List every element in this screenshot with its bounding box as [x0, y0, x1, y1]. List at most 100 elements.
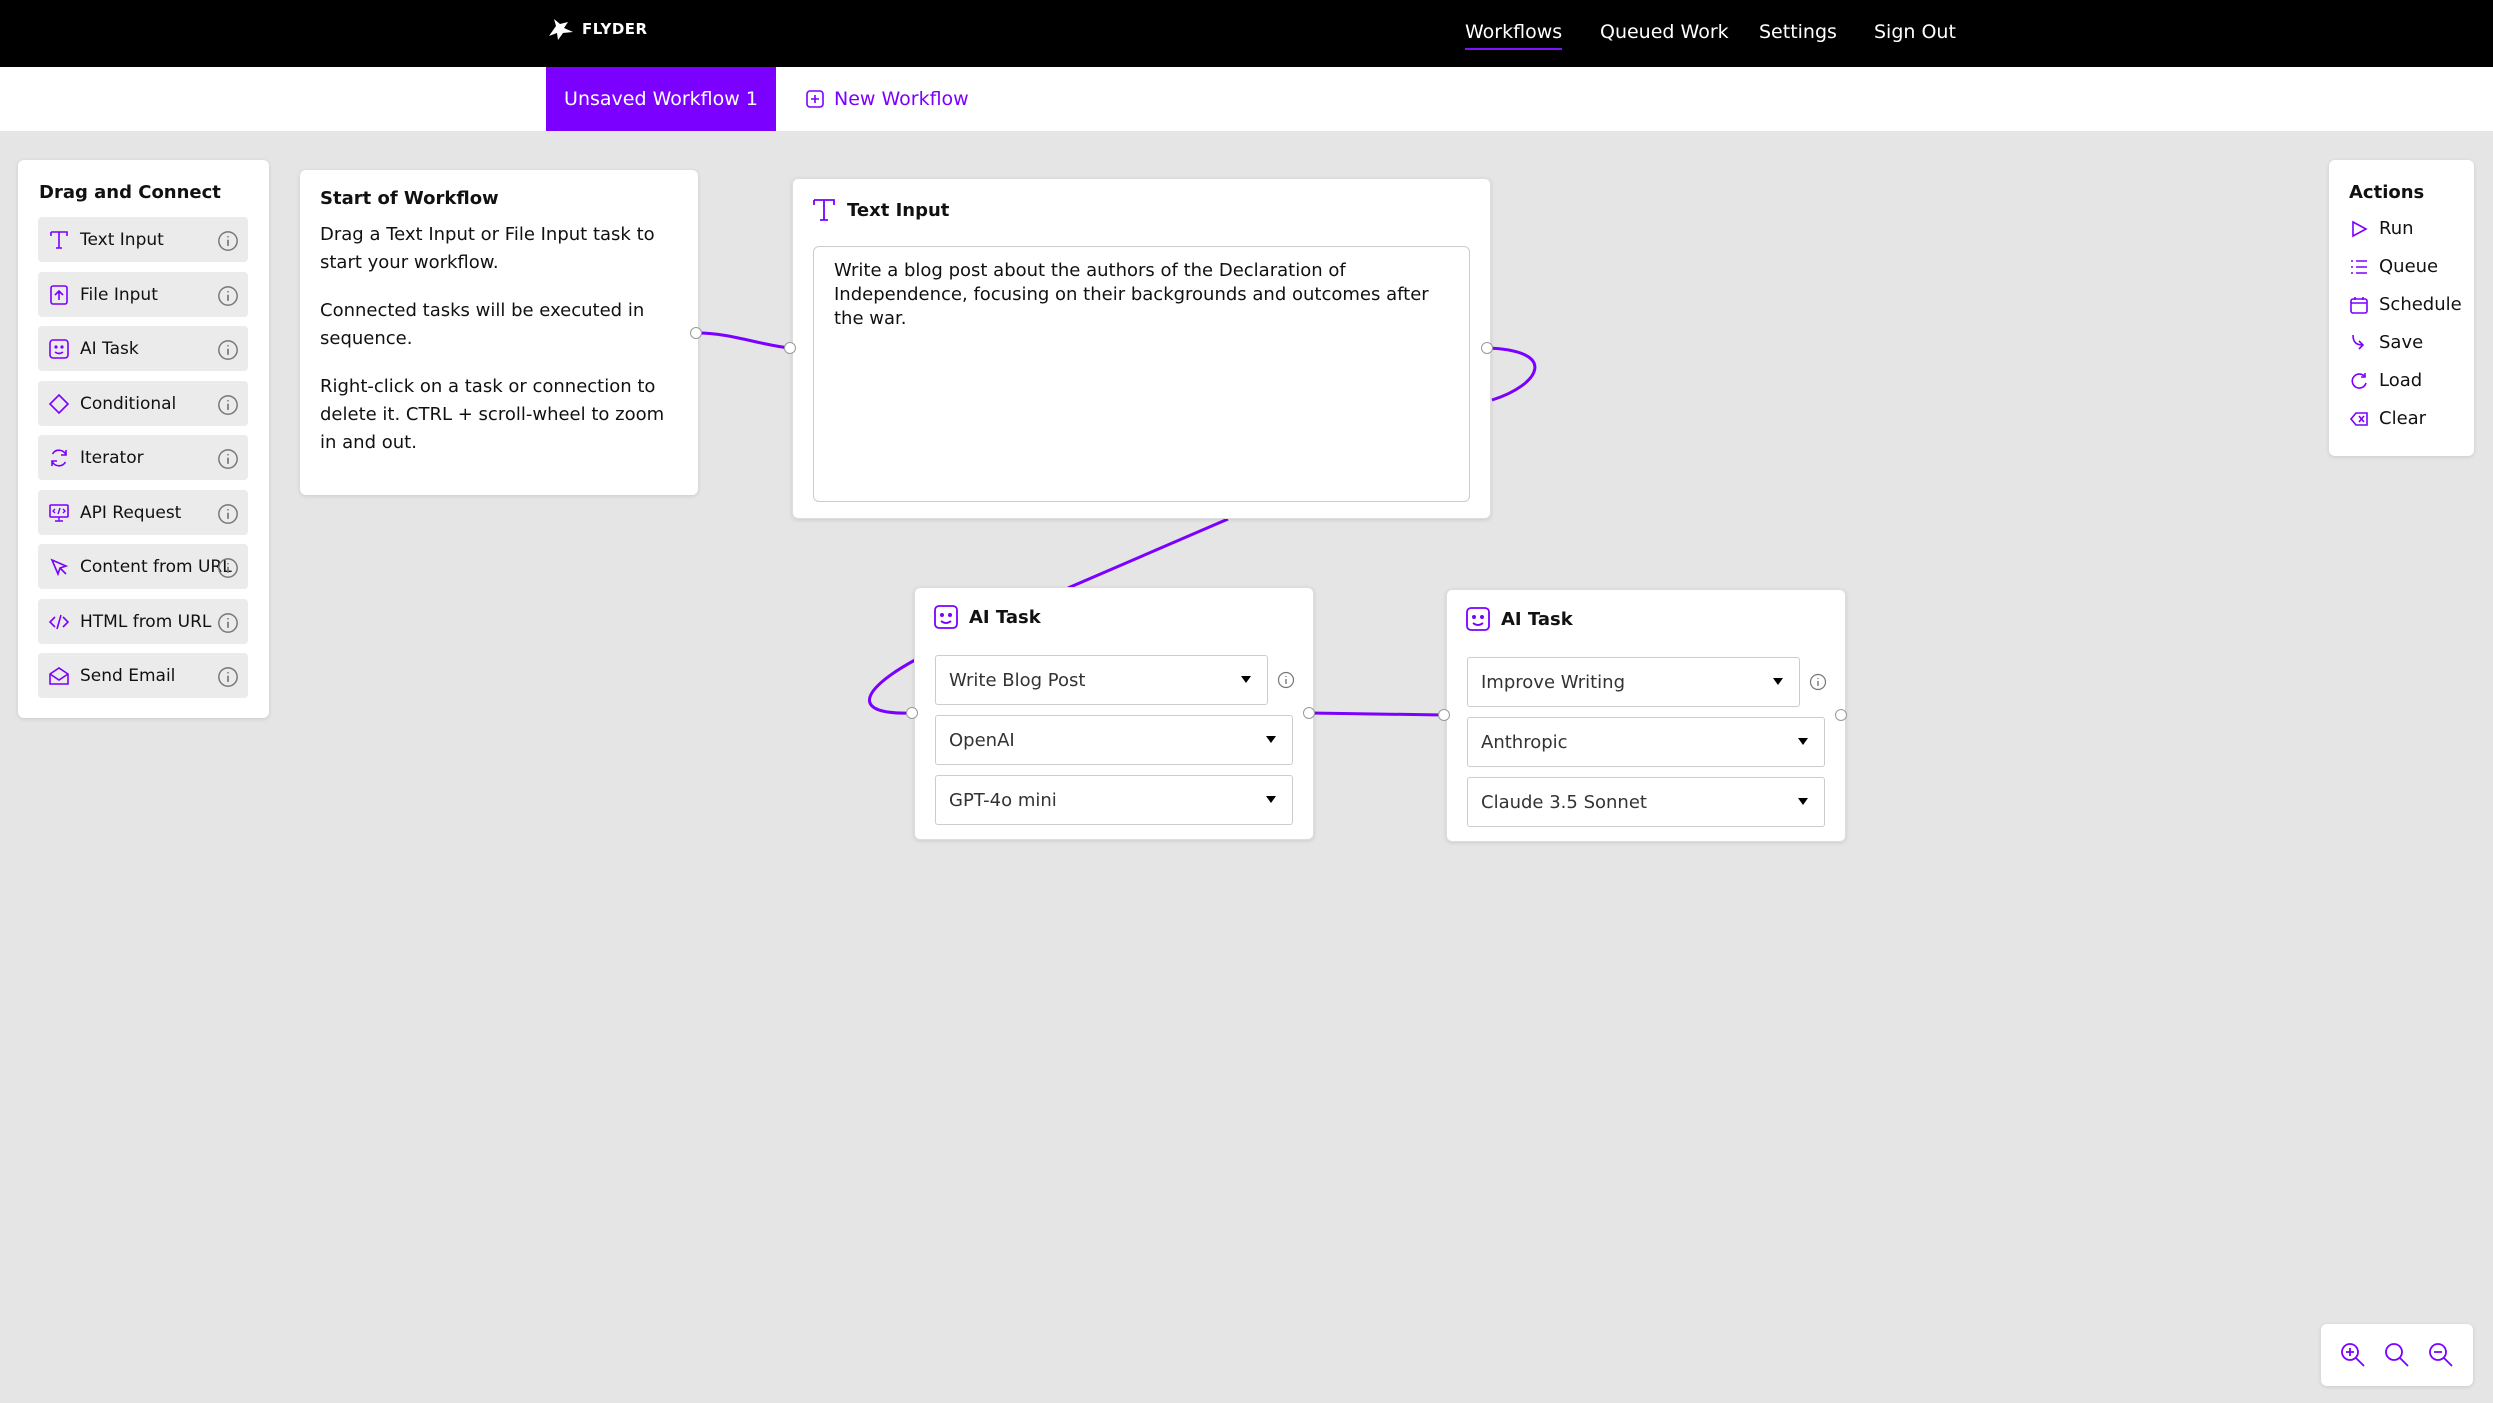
- model-select[interactable]: Claude 3.5 Sonnet: [1467, 777, 1825, 827]
- workflow-tabbar: Unsaved Workflow 1 New Workflow: [0, 67, 2493, 131]
- brand-name: FLYDER: [582, 20, 648, 38]
- palette-item-iterator[interactable]: Iterator: [38, 435, 248, 480]
- start-output-handle[interactable]: [690, 327, 702, 339]
- ai-task-1-out-handle[interactable]: [1303, 707, 1315, 719]
- robot-icon: [1466, 607, 1490, 631]
- info-icon[interactable]: [1809, 673, 1827, 691]
- start-title: Start of Workflow: [320, 188, 499, 209]
- task-select-value: Improve Writing: [1481, 671, 1626, 693]
- wire-ai1-to-ai2: [1309, 711, 1445, 717]
- node-header: AI Task: [933, 604, 1041, 630]
- brand-logo[interactable]: FLYDER: [546, 14, 648, 44]
- info-icon[interactable]: [217, 339, 239, 361]
- palette-item-conditional[interactable]: Conditional: [38, 381, 248, 426]
- run-button[interactable]: Run: [2349, 218, 2414, 239]
- nav-settings[interactable]: Settings: [1759, 21, 1837, 43]
- start-of-workflow-node[interactable]: Start of Workflow Drag a Text Input or F…: [300, 170, 698, 495]
- info-icon[interactable]: [217, 666, 239, 688]
- info-icon[interactable]: [217, 503, 239, 525]
- palette-item-label: Conditional: [80, 393, 177, 414]
- start-instruction-3: Right-click on a task or connection to d…: [320, 376, 665, 453]
- ai-task-node-2[interactable]: AI Task Improve Writing Anthropic Claude…: [1446, 589, 1846, 842]
- zoom-in-icon[interactable]: [2339, 1341, 2367, 1369]
- queue-button[interactable]: Queue: [2349, 256, 2438, 277]
- palette-item-content-from-url[interactable]: Content from URL: [38, 544, 248, 589]
- chevron-down-icon: [1773, 678, 1783, 685]
- info-icon[interactable]: [217, 230, 239, 252]
- top-navbar: FLYDER Workflows Queued Work Settings Si…: [0, 0, 2493, 67]
- palette-item-send-email[interactable]: Send Email: [38, 653, 248, 698]
- model-select-value: Claude 3.5 Sonnet: [1481, 791, 1647, 813]
- palette-item-label: Text Input: [80, 229, 164, 250]
- zoom-reset-icon[interactable]: [2383, 1341, 2411, 1369]
- model-select[interactable]: GPT-4o mini: [935, 775, 1293, 825]
- calendar-icon: [2350, 296, 2368, 314]
- action-label: Load: [2379, 370, 2423, 391]
- provider-select-value: OpenAI: [949, 729, 1015, 751]
- schedule-button[interactable]: Schedule: [2349, 294, 2462, 315]
- flyder-logo-icon: [549, 19, 573, 40]
- info-icon[interactable]: [217, 612, 239, 634]
- wire-text-to-ai1-left: [868, 658, 916, 715]
- node-title: Text Input: [847, 199, 950, 221]
- diamond-icon: [48, 393, 70, 414]
- wire-text-to-ai1-right: [1485, 346, 1537, 402]
- ai-task-2-out-handle[interactable]: [1835, 709, 1847, 721]
- start-instruction-1: Drag a Text Input or File Input task to …: [320, 224, 655, 273]
- task-select[interactable]: Improve Writing: [1467, 657, 1800, 707]
- action-label: Run: [2379, 218, 2414, 239]
- action-label: Clear: [2379, 408, 2427, 429]
- action-label: Save: [2379, 332, 2424, 353]
- new-workflow-tab[interactable]: New Workflow: [806, 67, 969, 131]
- provider-select[interactable]: Anthropic: [1467, 717, 1825, 767]
- ai-task-2-in-handle[interactable]: [1438, 709, 1450, 721]
- start-instruction-2: Connected tasks will be executed in sequ…: [320, 300, 645, 349]
- provider-select-value: Anthropic: [1481, 731, 1568, 753]
- chevron-down-icon: [1241, 676, 1251, 683]
- palette-item-html-from-url[interactable]: HTML from URL: [38, 599, 248, 644]
- robot-icon: [49, 338, 69, 359]
- palette-item-text-input[interactable]: Text Input: [38, 217, 248, 262]
- cursor-icon: [50, 557, 69, 576]
- ai-task-node-1[interactable]: AI Task Write Blog Post OpenAI GPT-4o mi…: [914, 587, 1314, 840]
- provider-select[interactable]: OpenAI: [935, 715, 1293, 765]
- wire-start-to-text: [697, 331, 791, 350]
- play-icon: [2352, 220, 2368, 237]
- info-icon[interactable]: [217, 285, 239, 307]
- palette-item-ai-task[interactable]: AI Task: [38, 326, 248, 371]
- nav-queued-work[interactable]: Queued Work: [1600, 21, 1729, 43]
- text-input-field[interactable]: Write a blog post about the authors of t…: [813, 246, 1470, 502]
- tab-unsaved-workflow[interactable]: Unsaved Workflow 1: [546, 67, 776, 131]
- new-workflow-label: New Workflow: [834, 88, 969, 110]
- chevron-down-icon: [1266, 736, 1276, 743]
- action-label: Queue: [2379, 256, 2439, 277]
- text-input-in-handle[interactable]: [784, 342, 796, 354]
- nav-workflows[interactable]: Workflows: [1465, 21, 1563, 50]
- text-input-out-handle[interactable]: [1481, 342, 1493, 354]
- text-input-node[interactable]: Text Input Write a blog post about the a…: [792, 178, 1491, 519]
- nav-sign-out[interactable]: Sign Out: [1874, 21, 1956, 43]
- mail-icon: [49, 666, 69, 685]
- save-button[interactable]: Save: [2349, 332, 2423, 353]
- zoom-out-icon[interactable]: [2427, 1341, 2455, 1369]
- chevron-down-icon: [1798, 798, 1808, 805]
- ai-task-1-in-handle[interactable]: [906, 707, 918, 719]
- chevron-down-icon: [1798, 738, 1808, 745]
- load-button[interactable]: Load: [2349, 370, 2422, 391]
- wire-text-to-ai1-top: [1067, 517, 1229, 590]
- loop-icon: [51, 448, 67, 467]
- info-icon[interactable]: [217, 448, 239, 470]
- node-header: AI Task: [1465, 606, 1573, 632]
- clear-button[interactable]: Clear: [2349, 408, 2426, 429]
- info-icon[interactable]: [1277, 671, 1295, 689]
- task-select[interactable]: Write Blog Post: [935, 655, 1268, 705]
- actions-panel: Actions Run Queue Schedule Save Load Cle…: [2329, 160, 2474, 456]
- node-title: AI Task: [1501, 608, 1573, 630]
- palette-item-label: API Request: [80, 502, 182, 523]
- palette-item-file-input[interactable]: File Input: [38, 272, 248, 317]
- info-icon[interactable]: [217, 557, 239, 579]
- save-icon: [2352, 334, 2365, 350]
- info-icon[interactable]: [217, 394, 239, 416]
- task-select-value: Write Blog Post: [949, 669, 1086, 691]
- palette-item-api-request[interactable]: API Request: [38, 490, 248, 535]
